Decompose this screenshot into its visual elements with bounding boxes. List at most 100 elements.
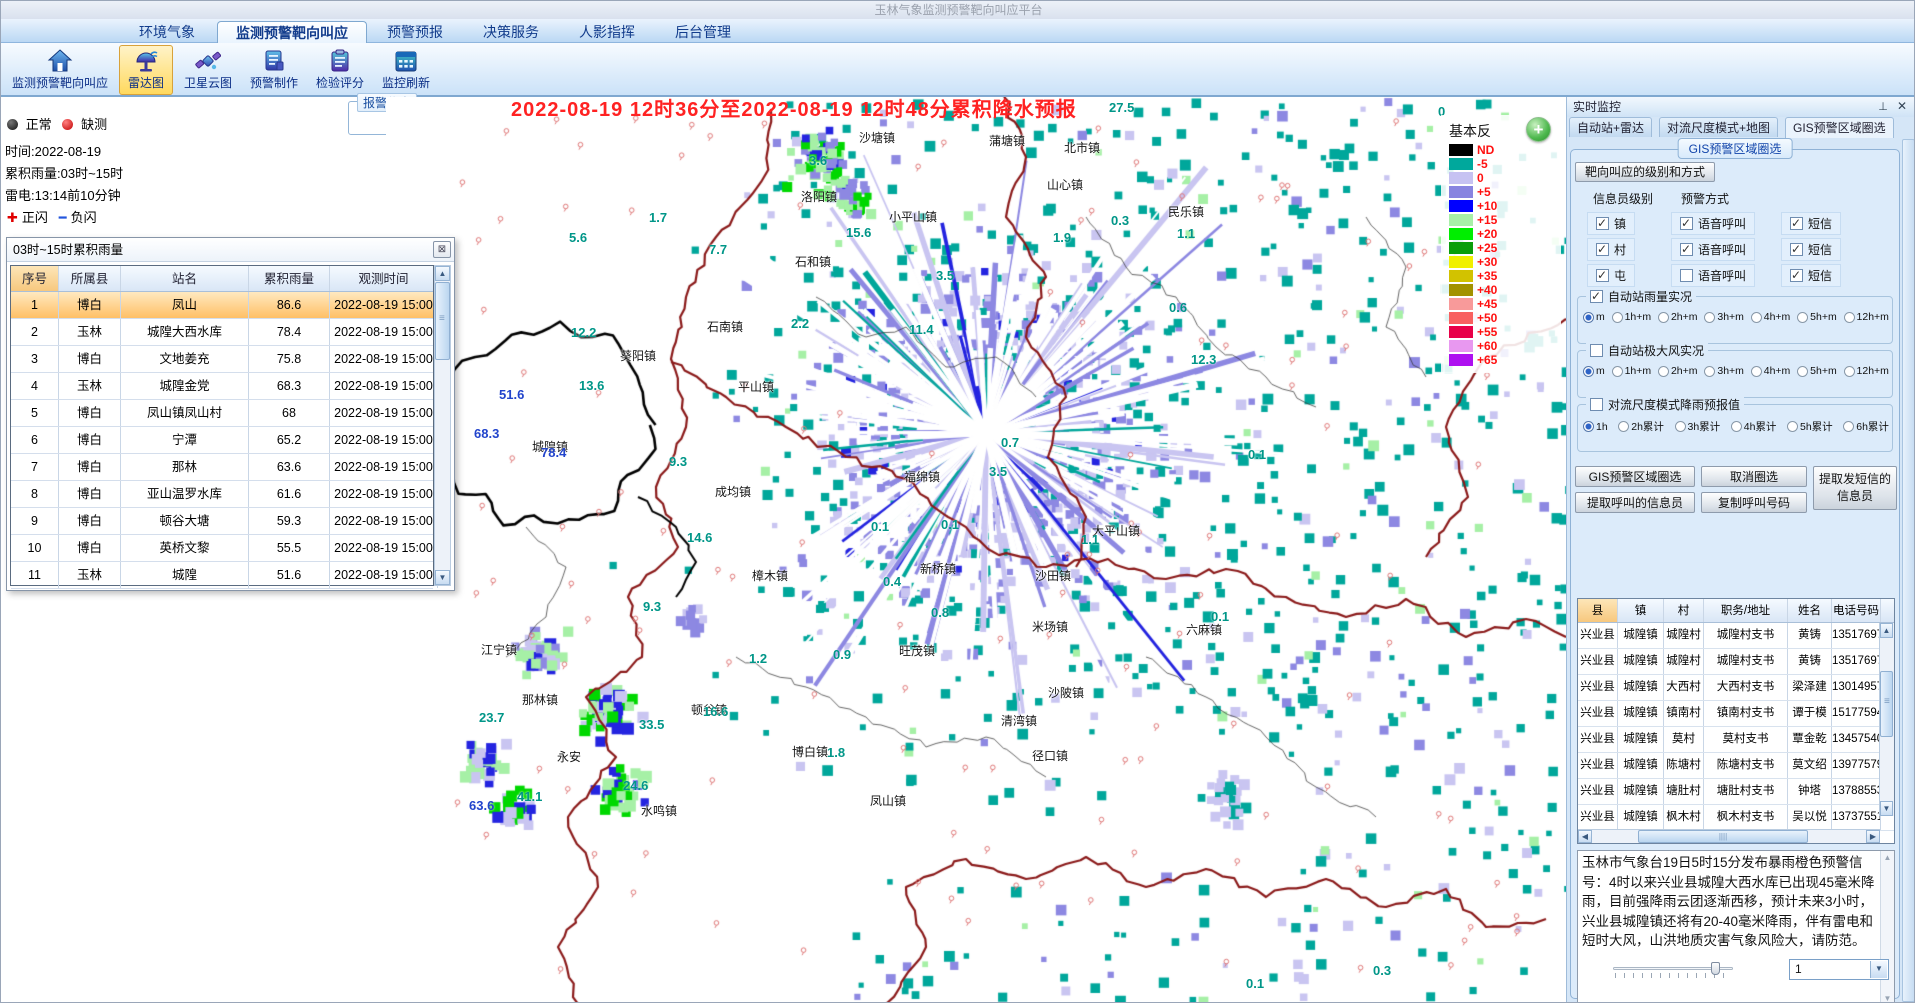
checkbox-icon[interactable] — [1596, 243, 1609, 256]
column-header[interactable]: 站名 — [121, 266, 249, 291]
wind-live-checkbox[interactable] — [1590, 344, 1603, 357]
radio-option-12h+m[interactable]: 12h+m — [1844, 311, 1889, 323]
scroll-up-icon[interactable]: ▲ — [1880, 623, 1893, 638]
table-row[interactable]: 9博白顿谷大塘59.32022-08-19 15:00 — [11, 508, 433, 535]
panel-tab-自动站+雷达[interactable]: 自动站+雷达 — [1569, 117, 1652, 137]
toolbar-button-监测预警靶向叫应[interactable]: 监测预警靶向叫应 — [5, 45, 115, 95]
checkbox-icon[interactable] — [1790, 269, 1803, 282]
radio-option-5h+m[interactable]: 5h+m — [1797, 311, 1837, 323]
level-checkbox-镇[interactable]: 镇 — [1587, 212, 1635, 235]
close-icon[interactable]: ✕ — [1895, 100, 1909, 114]
scroll-up-icon[interactable]: ▲ — [1882, 853, 1893, 862]
level-checkbox-屯[interactable]: 屯 — [1587, 264, 1635, 287]
checkbox-icon[interactable] — [1790, 243, 1803, 256]
checkbox-icon[interactable] — [1596, 269, 1609, 282]
radio-icon[interactable] — [1704, 312, 1715, 323]
radio-option-4h累计[interactable]: 4h累计 — [1731, 419, 1777, 434]
radio-option-4h+m[interactable]: 4h+m — [1751, 311, 1791, 323]
contact-row[interactable]: 兴业县城隍镇枫木村枫木村支书吴以悦137375511 — [1578, 805, 1894, 831]
radio-icon[interactable] — [1658, 312, 1669, 323]
radio-icon[interactable] — [1797, 312, 1808, 323]
toolbar-button-监控刷新[interactable]: 监控刷新 — [375, 45, 437, 95]
panel-tab-对流尺度模式+地图[interactable]: 对流尺度模式+地图 — [1659, 117, 1778, 137]
radio-icon[interactable] — [1844, 312, 1855, 323]
rain-table-scrollbar[interactable]: ▲ ▼ — [434, 265, 451, 586]
voice-checkbox[interactable]: 语音呼叫 — [1671, 212, 1755, 235]
zoom-in-icon[interactable]: + — [1526, 117, 1551, 142]
contact-table-vscrollbar[interactable]: ▲ ▼ — [1879, 623, 1894, 816]
level-checkbox-村[interactable]: 村 — [1587, 238, 1635, 261]
column-header[interactable]: 姓名 — [1788, 599, 1832, 622]
table-row[interactable]: 4玉林城隍金党68.32022-08-19 15:00 — [11, 373, 433, 400]
table-row[interactable]: 6博白宁潭65.22022-08-19 15:00 — [11, 427, 433, 454]
toolbar-button-检验评分[interactable]: 检验评分 — [309, 45, 371, 95]
scroll-right-icon[interactable]: ▶ — [1866, 830, 1880, 843]
radio-icon[interactable] — [1658, 366, 1669, 377]
radio-icon[interactable] — [1843, 421, 1854, 432]
contact-table-hscrollbar[interactable]: ◀ ▶ — [1578, 829, 1880, 843]
column-header[interactable]: 序号 — [11, 266, 59, 291]
volume-slider[interactable] — [1613, 961, 1733, 979]
voice-checkbox[interactable]: 语音呼叫 — [1671, 238, 1755, 261]
radio-icon[interactable] — [1844, 366, 1855, 377]
checkbox-icon[interactable] — [1596, 217, 1609, 230]
radio-option-m[interactable]: m — [1583, 365, 1605, 377]
sms-checkbox[interactable]: 短信 — [1781, 238, 1841, 261]
contact-row[interactable]: 兴业县城隍镇大西村大西村支书梁泽建130149571 — [1578, 675, 1894, 701]
radio-option-5h+m[interactable]: 5h+m — [1797, 365, 1837, 377]
checkbox-icon[interactable] — [1790, 217, 1803, 230]
radio-icon[interactable] — [1751, 366, 1762, 377]
column-header[interactable]: 电话号码 — [1832, 599, 1881, 622]
radio-option-2h+m[interactable]: 2h+m — [1658, 365, 1698, 377]
menu-tab-预警预报[interactable]: 预警预报 — [369, 21, 461, 43]
warning-message-box[interactable]: 玉林市气象台19日5时15分发布暴雨橙色预警信号：4时以来兴业县城隍大西水库已出… — [1577, 850, 1895, 1003]
menu-tab-后台管理[interactable]: 后台管理 — [657, 21, 749, 43]
scroll-up-icon[interactable]: ▲ — [435, 266, 450, 281]
radio-option-m[interactable]: m — [1583, 311, 1605, 323]
toolbar-button-预警制作[interactable]: 预警制作 — [243, 45, 305, 95]
column-header[interactable]: 观测时间 — [330, 266, 438, 291]
scroll-down-icon[interactable]: ▼ — [1882, 994, 1893, 1003]
checkbox-icon[interactable] — [1680, 243, 1693, 256]
contact-row[interactable]: 兴业县城隍镇塘肚村塘肚村支书钟塔137885534 — [1578, 779, 1894, 805]
radio-icon[interactable] — [1583, 366, 1594, 377]
radio-icon[interactable] — [1797, 366, 1808, 377]
pin-icon[interactable]: ⊥ — [1876, 100, 1890, 114]
radio-icon[interactable] — [1612, 312, 1623, 323]
sms-checkbox[interactable]: 短信 — [1781, 212, 1841, 235]
table-row[interactable]: 7博白那林63.62022-08-19 15:00 — [11, 454, 433, 481]
radar-canvas[interactable] — [386, 97, 1566, 1003]
checkbox-icon[interactable] — [1680, 269, 1693, 282]
extract-sms-button[interactable]: 提取发短信的信息员 — [1813, 466, 1897, 510]
speed-dropdown[interactable]: 1 ▼ — [1789, 959, 1889, 980]
column-header[interactable]: 村 — [1664, 599, 1704, 622]
chevron-down-icon[interactable]: ▼ — [1870, 961, 1887, 978]
radio-option-1h[interactable]: 1h — [1583, 421, 1608, 433]
contact-row[interactable]: 兴业县城隍镇城隍村城隍村支书黄铸135176975 — [1578, 623, 1894, 649]
table-row[interactable]: 3博白文地姜充75.82022-08-19 15:00 — [11, 346, 433, 373]
menu-tab-监测预警靶向叫应[interactable]: 监测预警靶向叫应 — [217, 21, 367, 43]
radio-icon[interactable] — [1612, 366, 1623, 377]
slider-thumb[interactable] — [1711, 962, 1720, 975]
radio-icon[interactable] — [1618, 421, 1629, 432]
radar-map[interactable]: 2022-08-19 12时36分至2022-08-19 12时48分累积降水预… — [386, 97, 1566, 1003]
column-header[interactable]: 所属县 — [59, 266, 121, 291]
copy-numbers-button[interactable]: 复制呼叫号码 — [1701, 492, 1807, 513]
radio-option-2h+m[interactable]: 2h+m — [1658, 311, 1698, 323]
close-icon[interactable]: ⊠ — [433, 241, 451, 258]
table-row[interactable]: 11玉林城隍51.62022-08-19 15:00 — [11, 562, 433, 589]
menu-tab-环境气象[interactable]: 环境气象 — [121, 21, 213, 43]
gis-select-button[interactable]: GIS预警区域圈选 — [1575, 466, 1695, 487]
scroll-thumb[interactable] — [435, 282, 450, 360]
column-header[interactable]: 县 — [1578, 599, 1618, 622]
radio-icon[interactable] — [1583, 421, 1594, 432]
call-level-button[interactable]: 靶向叫应的级别和方式 — [1575, 162, 1715, 182]
radio-icon[interactable] — [1751, 312, 1762, 323]
radio-icon[interactable] — [1787, 421, 1798, 432]
contact-row[interactable]: 兴业县城隍镇城隍村城隍村支书黄铸135176975 — [1578, 649, 1894, 675]
scroll-thumb[interactable] — [1638, 830, 1808, 843]
table-row[interactable]: 10博白英桥文黎55.52022-08-19 15:00 — [11, 535, 433, 562]
menu-tab-人影指挥[interactable]: 人影指挥 — [561, 21, 653, 43]
scroll-down-icon[interactable]: ▼ — [1880, 801, 1893, 816]
voice-checkbox[interactable]: 语音呼叫 — [1671, 264, 1755, 287]
